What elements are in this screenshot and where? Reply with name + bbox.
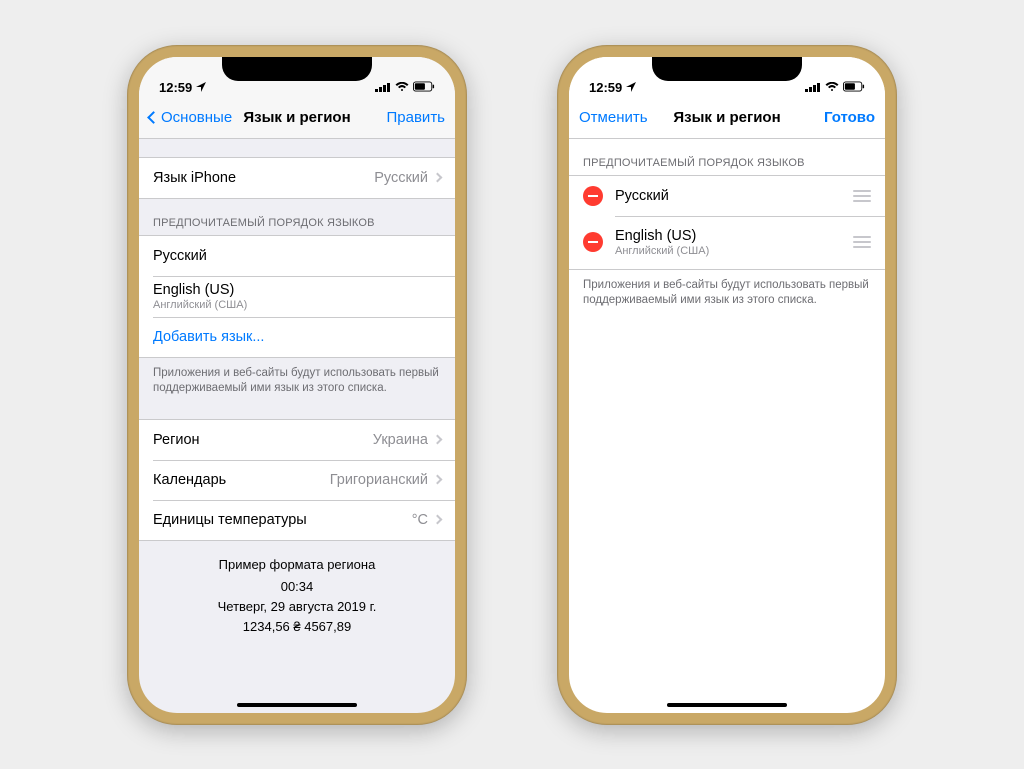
phone-mockup-right: 12:59 Отменить Язык и регион Готов xyxy=(557,45,897,725)
row-label: Регион xyxy=(153,432,200,448)
delete-icon[interactable] xyxy=(583,232,603,252)
language-title: English (US) xyxy=(153,282,247,298)
notch xyxy=(652,57,802,81)
language-row-en[interactable]: English (US) Английский (США) xyxy=(139,276,455,317)
status-time: 12:59 xyxy=(589,80,622,95)
row-value: Григорианский xyxy=(330,472,428,488)
example-date: Четверг, 29 августа 2019 г. xyxy=(139,597,455,617)
language-subtitle: Английский (США) xyxy=(615,245,709,257)
cancel-button[interactable]: Отменить xyxy=(579,109,648,126)
battery-icon xyxy=(843,80,865,95)
wifi-icon xyxy=(825,82,839,92)
notch xyxy=(222,57,372,81)
drag-handle-icon[interactable] xyxy=(853,190,871,202)
preferred-languages-header: ПРЕДПОЧИТАЕМЫЙ ПОРЯДОК ЯЗЫКОВ xyxy=(569,139,885,175)
row-value: Украина xyxy=(373,432,428,448)
phone-mockup-left: 12:59 Основные xyxy=(127,45,467,725)
screen-left: 12:59 Основные xyxy=(139,57,455,713)
cellular-icon xyxy=(375,82,391,92)
content-area[interactable]: ПРЕДПОЧИТАЕМЫЙ ПОРЯДОК ЯЗЫКОВ Русский En… xyxy=(569,139,885,713)
nav-bar: Основные Язык и регион Править xyxy=(139,97,455,139)
row-label: Единицы температуры xyxy=(153,512,307,528)
language-row-en: English (US) Английский (США) xyxy=(569,216,885,269)
example-numbers: 1234,56 ₴ 4567,89 xyxy=(139,617,455,637)
row-value: °C xyxy=(412,512,428,528)
region-format-example: Пример формата региона 00:34 Четверг, 29… xyxy=(139,541,455,652)
chevron-right-icon xyxy=(433,435,443,445)
chevron-right-icon xyxy=(433,515,443,525)
chevron-right-icon xyxy=(433,173,443,183)
row-label: Язык iPhone xyxy=(153,170,236,186)
chevron-back-icon xyxy=(147,111,160,124)
preferred-languages-header: ПРЕДПОЧИТАЕМЫЙ ПОРЯДОК ЯЗЫКОВ xyxy=(139,199,455,235)
screen-right: 12:59 Отменить Язык и регион Готов xyxy=(569,57,885,713)
add-language-row[interactable]: Добавить язык... xyxy=(139,317,455,357)
example-title: Пример формата региона xyxy=(139,555,455,575)
row-label: Календарь xyxy=(153,472,226,488)
home-indicator[interactable] xyxy=(667,703,787,707)
back-button[interactable]: Основные xyxy=(149,109,232,126)
status-time: 12:59 xyxy=(159,80,192,95)
language-row-ru: Русский xyxy=(569,176,885,216)
done-button[interactable]: Готово xyxy=(824,109,875,126)
content-area[interactable]: Язык iPhone Русский ПРЕДПОЧИТАЕМЫЙ ПОРЯД… xyxy=(139,139,455,713)
example-time: 00:34 xyxy=(139,577,455,597)
location-icon xyxy=(196,82,206,92)
language-row-ru[interactable]: Русский xyxy=(139,236,455,276)
language-title: Русский xyxy=(615,188,669,204)
language-title: Русский xyxy=(153,248,207,264)
battery-icon xyxy=(413,80,435,95)
language-subtitle: Английский (США) xyxy=(153,299,247,311)
edit-button[interactable]: Править xyxy=(387,109,446,126)
calendar-row[interactable]: Календарь Григорианский xyxy=(139,460,455,500)
location-icon xyxy=(626,82,636,92)
iphone-language-row[interactable]: Язык iPhone Русский xyxy=(139,158,455,198)
chevron-right-icon xyxy=(433,475,443,485)
back-label: Основные xyxy=(161,109,232,126)
wifi-icon xyxy=(395,82,409,92)
home-indicator[interactable] xyxy=(237,703,357,707)
languages-footer: Приложения и веб-сайты будут использоват… xyxy=(569,270,885,313)
languages-footer: Приложения и веб-сайты будут использоват… xyxy=(139,358,455,401)
drag-handle-icon[interactable] xyxy=(853,236,871,248)
nav-bar: Отменить Язык и регион Готово xyxy=(569,97,885,139)
language-title: English (US) xyxy=(615,228,709,244)
cellular-icon xyxy=(805,82,821,92)
delete-icon[interactable] xyxy=(583,186,603,206)
region-row[interactable]: Регион Украина xyxy=(139,420,455,460)
temperature-row[interactable]: Единицы температуры °C xyxy=(139,500,455,540)
add-language-label: Добавить язык... xyxy=(153,329,264,345)
row-value: Русский xyxy=(374,170,428,186)
